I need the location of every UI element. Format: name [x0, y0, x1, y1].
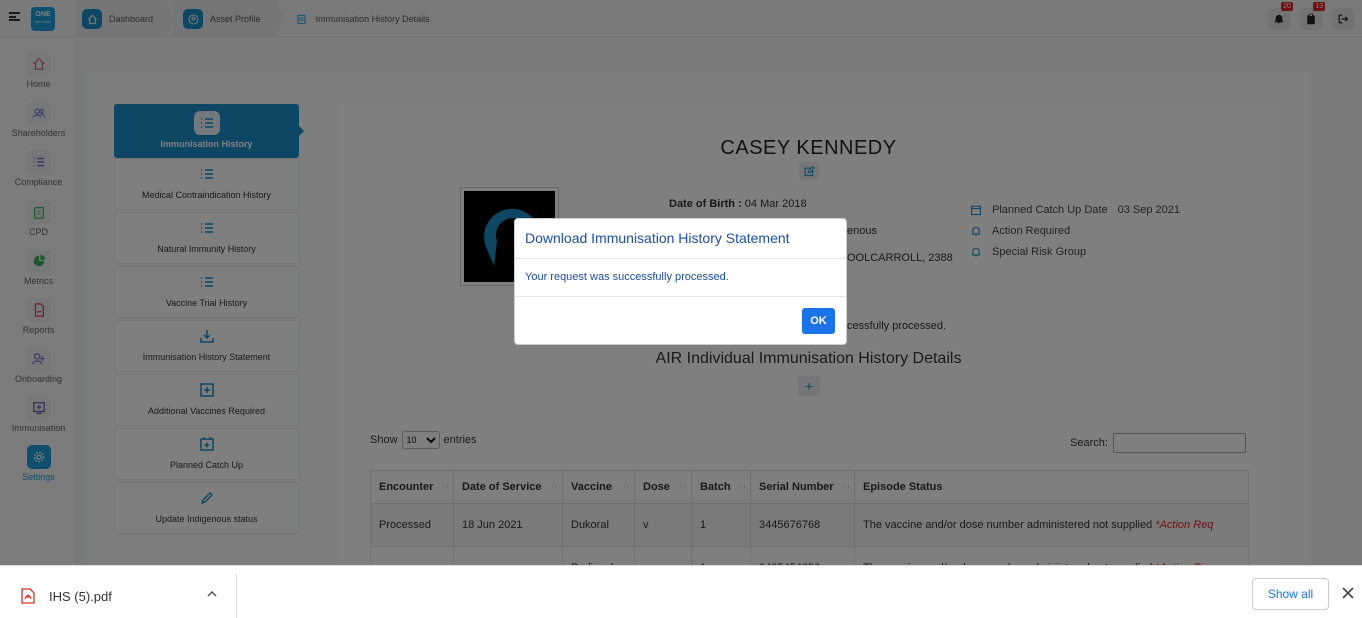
ok-button[interactable]: OK [802, 308, 835, 334]
close-icon[interactable] [1341, 586, 1355, 600]
modal-title: Download Immunisation History Statement [515, 219, 846, 259]
download-item[interactable]: IHS (5).pdf [0, 574, 237, 618]
download-modal: Download Immunisation History Statement … [514, 218, 847, 345]
show-all-button[interactable]: Show all [1252, 578, 1329, 610]
download-file-name: IHS (5).pdf [49, 588, 112, 604]
pdf-icon [21, 588, 35, 604]
download-bar: IHS (5).pdf Show all [0, 565, 1362, 618]
modal-message: Your request was successfully processed. [515, 259, 846, 297]
chevron-up-icon[interactable] [206, 588, 218, 600]
